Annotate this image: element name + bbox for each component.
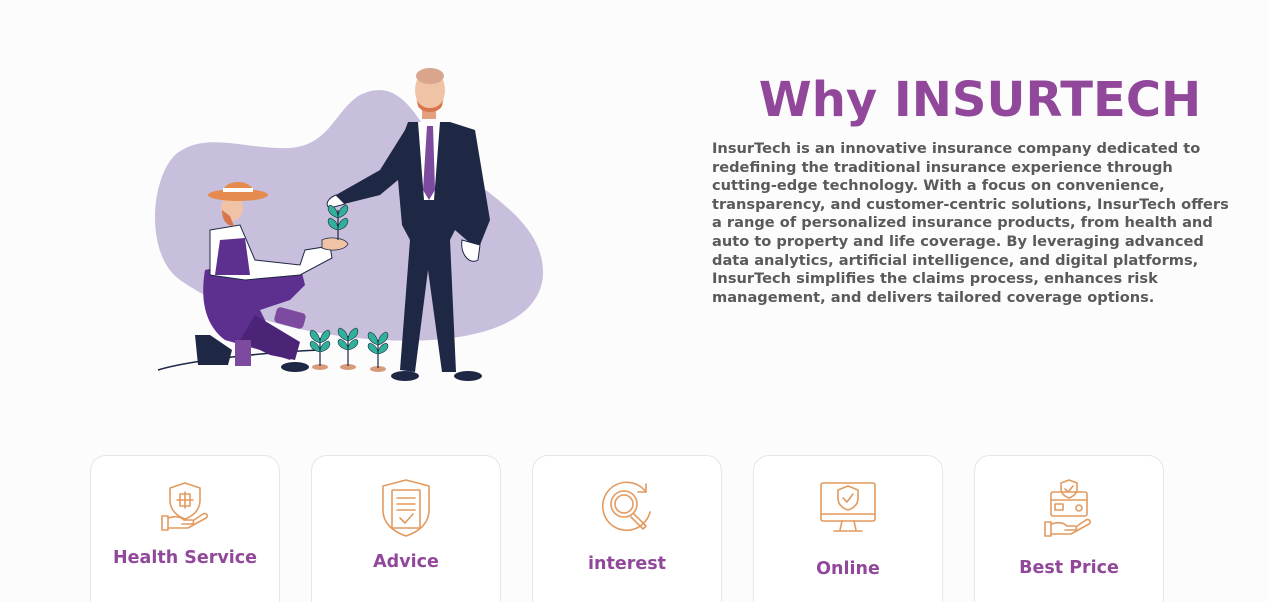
feature-card-advice[interactable]: Advice [311,455,501,602]
monitor-shield-check-icon [820,482,876,532]
feature-label: Best Price [1019,558,1119,578]
feature-card-best-price[interactable]: Best Price [974,455,1164,602]
feature-label: interest [588,554,666,574]
feature-card-health-service[interactable]: Health Service [90,455,280,602]
card-hand-shield-icon [1044,479,1092,537]
feature-card-interest[interactable]: interest [532,455,722,602]
feature-card-online[interactable]: Online [753,455,943,602]
feature-label: Health Service [113,548,257,568]
hero-illustration [155,68,544,381]
section-title: Why INSURTECH [758,72,1202,128]
document-shield-check-icon [382,479,430,537]
section-description: InsurTech is an innovative insurance com… [712,140,1229,306]
feature-label: Advice [373,552,439,572]
feature-label: Online [816,559,880,579]
health-shield-hand-icon [161,482,209,531]
magnifier-refresh-icon [601,481,651,532]
